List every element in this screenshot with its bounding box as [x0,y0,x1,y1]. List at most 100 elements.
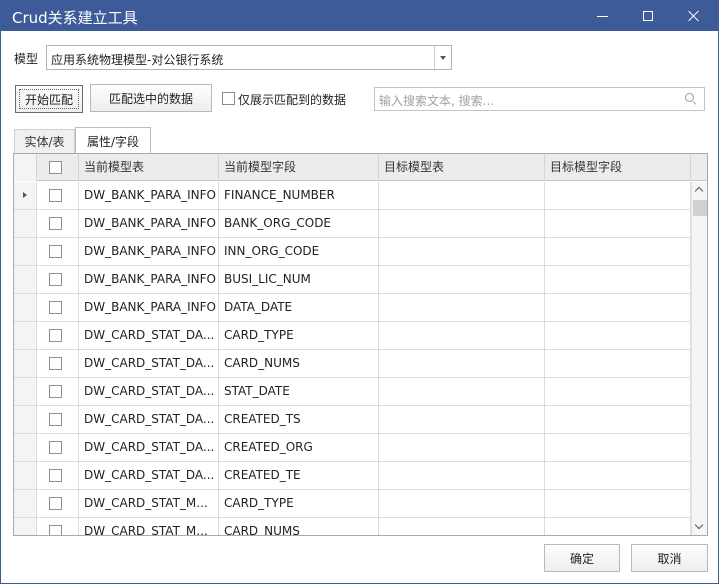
cell-current-table[interactable]: DW_BANK_PARA_INFO [79,266,219,294]
table-row[interactable]: DW_CARD_STAT_DA... CARD_TYPE [14,322,691,350]
cell-target-field[interactable] [545,490,691,518]
cell-current-field[interactable]: CREATED_ORG [219,434,379,462]
row-select-cell[interactable] [37,490,79,518]
cell-target-field[interactable] [545,350,691,378]
column-header-current-field[interactable]: 当前模型字段 [219,154,379,181]
cell-target-field[interactable] [545,322,691,350]
table-row[interactable]: DW_BANK_PARA_INFO BUSI_LIC_NUM [14,266,691,294]
row-select-cell[interactable] [37,322,79,350]
header-select-all[interactable] [37,154,79,181]
row-select-cell[interactable] [37,182,79,210]
column-header-target-field[interactable]: 目标模型字段 [545,154,691,181]
cell-target-table[interactable] [379,238,545,266]
table-row[interactable]: DW_BANK_PARA_INFO DATA_DATE [14,294,691,322]
cell-current-table[interactable]: DW_BANK_PARA_INFO [79,182,219,210]
row-select-cell[interactable] [37,518,79,535]
only-show-matched-checkbox[interactable] [222,92,235,105]
vertical-scrollbar[interactable] [691,182,707,535]
cell-current-table[interactable]: DW_CARD_STAT_DA... [79,378,219,406]
cell-target-table[interactable] [379,182,545,210]
cell-current-table[interactable]: DW_CARD_STAT_DA... [79,322,219,350]
row-select-cell[interactable] [37,210,79,238]
cell-target-table[interactable] [379,434,545,462]
model-select[interactable]: 应用系统物理模型-对公银行系统 [46,45,452,70]
scroll-thumb[interactable] [693,200,707,216]
maximize-button[interactable] [625,1,671,31]
row-select-cell[interactable] [37,294,79,322]
search-icon[interactable] [685,93,697,105]
cell-current-field[interactable]: BUSI_LIC_NUM [219,266,379,294]
row-checkbox[interactable] [49,469,62,482]
cell-current-field[interactable]: CREATED_TE [219,462,379,490]
table-row[interactable]: DW_CARD_STAT_DA... CREATED_ORG [14,434,691,462]
cell-current-field[interactable]: STAT_DATE [219,378,379,406]
cell-target-field[interactable] [545,462,691,490]
cell-target-table[interactable] [379,406,545,434]
cell-current-field[interactable]: CARD_NUMS [219,518,379,535]
close-button[interactable] [671,1,717,31]
model-dropdown-button[interactable] [434,46,451,69]
ok-button[interactable]: 确定 [544,544,620,572]
row-select-cell[interactable] [37,434,79,462]
cell-current-field[interactable]: CARD_TYPE [219,322,379,350]
cell-target-field[interactable] [545,378,691,406]
table-row[interactable]: DW_CARD_STAT_DA... STAT_DATE [14,378,691,406]
only-show-matched-label[interactable]: 仅展示匹配到的数据 [238,91,346,108]
select-all-checkbox[interactable] [49,161,62,174]
cell-target-field[interactable] [545,434,691,462]
row-select-cell[interactable] [37,350,79,378]
cell-target-field[interactable] [545,266,691,294]
cell-target-field[interactable] [545,518,691,535]
row-select-cell[interactable] [37,238,79,266]
cell-current-field[interactable]: INN_ORG_CODE [219,238,379,266]
row-checkbox[interactable] [49,497,62,510]
scroll-down-icon[interactable] [694,520,704,530]
cell-current-table[interactable]: DW_CARD_STAT_DA... [79,434,219,462]
row-checkbox[interactable] [49,385,62,398]
row-checkbox[interactable] [49,189,62,202]
row-checkbox[interactable] [49,301,62,314]
tab-attribute-field[interactable]: 属性/字段 [75,127,151,154]
cell-current-table[interactable]: DW_BANK_PARA_INFO [79,238,219,266]
row-checkbox[interactable] [49,245,62,258]
cell-target-table[interactable] [379,462,545,490]
cell-target-table[interactable] [379,294,545,322]
cell-current-field[interactable]: CREATED_TS [219,406,379,434]
cell-target-table[interactable] [379,490,545,518]
table-row[interactable]: DW_BANK_PARA_INFO FINANCE_NUMBER [14,182,691,210]
row-select-cell[interactable] [37,462,79,490]
row-select-cell[interactable] [37,406,79,434]
column-header-target-table[interactable]: 目标模型表 [379,154,545,181]
cell-target-field[interactable] [545,210,691,238]
cell-target-table[interactable] [379,350,545,378]
row-checkbox[interactable] [49,217,62,230]
title-bar[interactable]: Crud关系建立工具 [1,1,718,31]
cell-current-table[interactable]: DW_BANK_PARA_INFO [79,210,219,238]
cell-target-field[interactable] [545,406,691,434]
cell-current-table[interactable]: DW_CARD_STAT_M... [79,490,219,518]
cancel-button[interactable]: 取消 [631,544,708,572]
row-checkbox[interactable] [49,329,62,342]
column-header-current-table[interactable]: 当前模型表 [79,154,219,181]
cell-target-field[interactable] [545,238,691,266]
table-row[interactable]: DW_CARD_STAT_M... CARD_NUMS [14,518,691,535]
scroll-up-icon[interactable] [694,186,704,196]
cell-current-table[interactable]: DW_CARD_STAT_DA... [79,350,219,378]
cell-current-field[interactable]: FINANCE_NUMBER [219,182,379,210]
search-input[interactable]: 输入搜索文本, 搜索... [374,87,705,111]
start-match-button[interactable]: 开始匹配 [15,85,83,113]
minimize-button[interactable] [579,1,625,31]
cell-current-table[interactable]: DW_BANK_PARA_INFO [79,294,219,322]
row-select-cell[interactable] [37,378,79,406]
cell-current-field[interactable]: BANK_ORG_CODE [219,210,379,238]
row-checkbox[interactable] [49,413,62,426]
cell-current-field[interactable]: DATA_DATE [219,294,379,322]
table-row[interactable]: DW_BANK_PARA_INFO INN_ORG_CODE [14,238,691,266]
cell-target-table[interactable] [379,266,545,294]
row-checkbox[interactable] [49,273,62,286]
table-row[interactable]: DW_BANK_PARA_INFO BANK_ORG_CODE [14,210,691,238]
cell-current-field[interactable]: CARD_NUMS [219,350,379,378]
cell-target-table[interactable] [379,518,545,535]
cell-current-table[interactable]: DW_CARD_STAT_DA... [79,406,219,434]
row-checkbox[interactable] [49,525,62,535]
